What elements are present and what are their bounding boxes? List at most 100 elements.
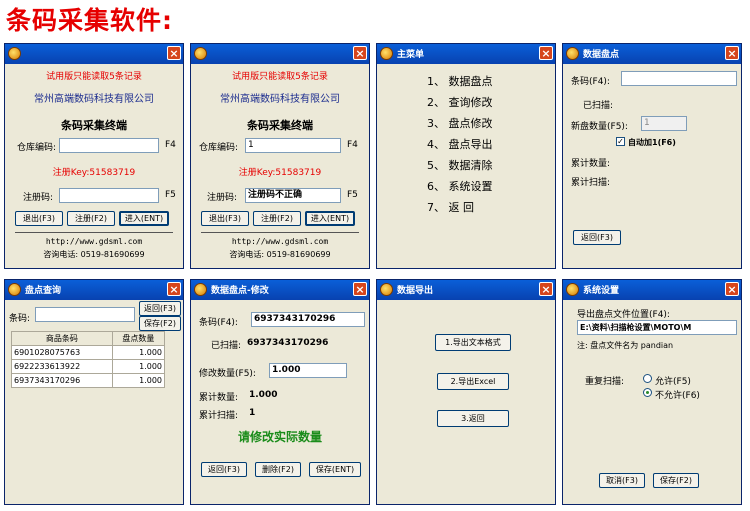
- save-button[interactable]: 保存(F2): [139, 316, 181, 331]
- title-bar[interactable]: 系统设置 ×: [563, 280, 741, 300]
- reg-key: F5: [165, 190, 176, 200]
- menu-item-modify[interactable]: 3、 盘点修改: [427, 115, 493, 131]
- website: http://www.gdsml.com: [231, 237, 329, 246]
- path-input[interactable]: E:\资料\扫描枪设置\MOTO\M: [577, 320, 737, 335]
- phone: 咨询电话: 0519-81690699: [229, 250, 331, 259]
- warehouse-label: 仓库编码:: [17, 143, 57, 153]
- save-button[interactable]: 保存(F2): [653, 473, 699, 488]
- divider: [201, 232, 359, 233]
- title-bar[interactable]: ×: [191, 44, 369, 64]
- cell-barcode: 6937343170296: [11, 373, 113, 388]
- reg-code-input[interactable]: 注册码不正确: [245, 188, 341, 203]
- new-qty-label: 新盘数量(F5):: [571, 122, 628, 132]
- back-button[interactable]: 返回(F3): [573, 230, 621, 245]
- new-qty-input[interactable]: 1: [641, 116, 687, 131]
- results-table[interactable]: 商品条码 盘点数量 6901028075763 1.000 6922233613…: [11, 331, 166, 388]
- menu-item-settings[interactable]: 6、 系统设置: [427, 178, 493, 194]
- modify-prompt: 请修改实际数量: [237, 430, 322, 444]
- export-excel-button[interactable]: 2.导出Excel: [437, 373, 509, 390]
- title-bar[interactable]: 主菜单 ×: [377, 44, 555, 64]
- login-window: × 试用版只能读取5条记录 常州高端数码科技有限公司 条码采集终端 仓库编码: …: [4, 43, 184, 269]
- title-bar[interactable]: 数据盘点-修改 ×: [191, 280, 369, 300]
- allow-radio[interactable]: [643, 374, 652, 383]
- title-bar[interactable]: 数据盘点 ×: [563, 44, 741, 64]
- qty-input[interactable]: 1.000: [269, 363, 347, 378]
- table-row[interactable]: 6901028075763 1.000: [11, 345, 166, 360]
- cancel-button[interactable]: 取消(F3): [599, 473, 645, 488]
- export-text-button[interactable]: 1.导出文本格式: [435, 334, 511, 351]
- warehouse-label: 仓库编码:: [199, 143, 239, 153]
- company-name: 常州高端数码科技有限公司: [34, 94, 154, 105]
- total-qty-label: 累计数量:: [571, 159, 611, 169]
- menu-item-query[interactable]: 2、 查询修改: [427, 94, 493, 110]
- close-button[interactable]: ×: [725, 282, 739, 296]
- exit-button[interactable]: 退出(F3): [15, 211, 63, 226]
- main-menu-window: 主菜单 × 1、 数据盘点 2、 查询修改 3、 盘点修改 4、 盘点导出 5、…: [376, 43, 556, 269]
- window-title: 主菜单: [397, 50, 425, 60]
- barcode-input[interactable]: 6937343170296: [251, 312, 365, 327]
- export-window: 数据导出 × 1.导出文本格式 2.导出Excel 3.返回: [376, 279, 556, 505]
- reg-label: 注册码:: [207, 193, 238, 203]
- reg-key: F5: [347, 190, 358, 200]
- heading: 条码采集终端: [247, 119, 313, 132]
- barcode-input[interactable]: [35, 307, 135, 322]
- barcode-label: 条码:: [9, 314, 31, 324]
- app-icon: [194, 283, 207, 296]
- qty-label: 修改数量(F5):: [199, 369, 256, 379]
- menu-item-export[interactable]: 4、 盘点导出: [427, 136, 493, 152]
- enter-button[interactable]: 进入(ENT): [305, 211, 355, 226]
- filename-note: 注: 盘点文件名为 pandian: [577, 341, 674, 350]
- register-key: 注册Key:51583719: [238, 168, 322, 178]
- close-button[interactable]: ×: [353, 282, 367, 296]
- auto-add-checkbox[interactable]: ✓: [616, 137, 625, 146]
- menu-item-clear[interactable]: 5、 数据清除: [427, 157, 493, 173]
- delete-button[interactable]: 删除(F2): [255, 462, 301, 477]
- title-bar[interactable]: 数据导出 ×: [377, 280, 555, 300]
- window-title: 盘点查询: [25, 286, 62, 296]
- company-name: 常州高端数码科技有限公司: [220, 94, 340, 105]
- auto-add-label: 自动加1(F6): [628, 138, 676, 147]
- reg-label: 注册码:: [23, 193, 54, 203]
- close-button[interactable]: ×: [725, 46, 739, 60]
- total-scan-value: 1: [249, 408, 256, 418]
- table-header-row: 商品条码 盘点数量: [11, 331, 166, 346]
- warehouse-input[interactable]: 1: [245, 138, 341, 153]
- reg-code-input[interactable]: [59, 188, 159, 203]
- menu-item-back[interactable]: 7、 返 回: [427, 199, 474, 215]
- settings-window: 系统设置 × 导出盘点文件位置(F4): E:\资料\扫描枪设置\MOTO\M …: [562, 279, 742, 505]
- login-error-window: × 试用版只能读取5条记录 常州高端数码科技有限公司 条码采集终端 仓库编码: …: [190, 43, 370, 269]
- deny-radio[interactable]: [643, 388, 652, 397]
- scanned-value: 6937343170296: [247, 338, 329, 348]
- query-window: 盘点查询 × 条码: 返回(F3) 保存(F2) 商品条码 盘点数量 69010…: [4, 279, 184, 505]
- back-button[interactable]: 返回(F3): [201, 462, 247, 477]
- total-scan-label: 累计扫描:: [571, 178, 611, 188]
- back-button[interactable]: 返回(F3): [139, 301, 181, 316]
- title-bar[interactable]: 盘点查询 ×: [5, 280, 183, 300]
- close-button[interactable]: ×: [353, 46, 367, 60]
- close-button[interactable]: ×: [539, 282, 553, 296]
- close-button[interactable]: ×: [539, 46, 553, 60]
- save-button[interactable]: 保存(ENT): [309, 462, 361, 477]
- barcode-input[interactable]: [621, 71, 737, 86]
- back-button[interactable]: 3.返回: [437, 410, 509, 427]
- table-row[interactable]: 6937343170296 1.000: [11, 373, 166, 388]
- app-icon: [566, 283, 579, 296]
- table-row[interactable]: 6922233613922 1.000: [11, 359, 166, 374]
- app-icon: [380, 283, 393, 296]
- app-icon: [8, 283, 21, 296]
- cell-barcode: 6922233613922: [11, 359, 113, 374]
- close-button[interactable]: ×: [167, 282, 181, 296]
- path-label: 导出盘点文件位置(F4):: [577, 310, 670, 320]
- cell-barcode: 6901028075763: [11, 345, 113, 360]
- menu-item-inventory[interactable]: 1、 数据盘点: [427, 73, 493, 89]
- register-button[interactable]: 注册(F2): [67, 211, 115, 226]
- inventory-window: 数据盘点 × 条码(F4): 已扫描: 新盘数量(F5): 1 ✓ 自动加1(F…: [562, 43, 742, 269]
- title-bar[interactable]: ×: [5, 44, 183, 64]
- enter-button[interactable]: 进入(ENT): [119, 211, 169, 226]
- exit-button[interactable]: 退出(F3): [201, 211, 249, 226]
- warehouse-input[interactable]: [59, 138, 159, 153]
- website: http://www.gdsml.com: [45, 237, 143, 246]
- register-button[interactable]: 注册(F2): [253, 211, 301, 226]
- close-button[interactable]: ×: [167, 46, 181, 60]
- column-header-barcode: 商品条码: [11, 331, 113, 346]
